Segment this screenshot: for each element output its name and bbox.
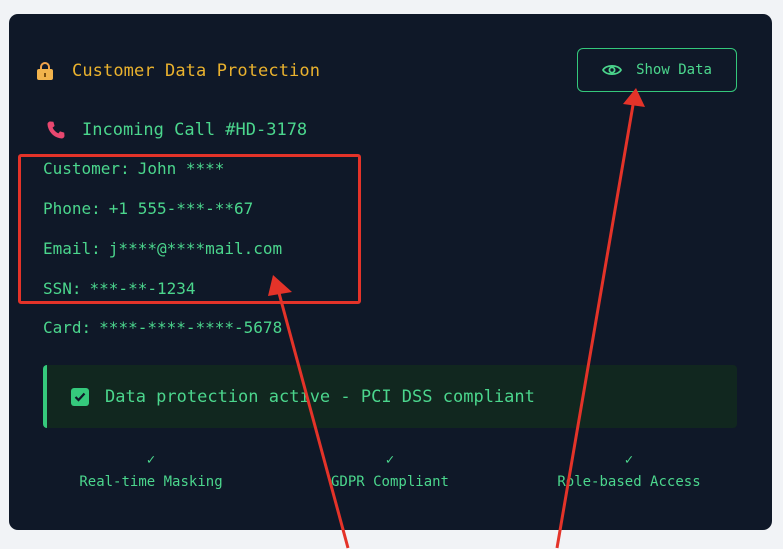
page: Customer Data Protection Show Data Incom… xyxy=(0,0,783,549)
check-icon: ✓ xyxy=(146,452,156,468)
check-icon: ✓ xyxy=(385,452,395,468)
feature-label: GDPR Compliant xyxy=(330,474,449,490)
card-label: Card: xyxy=(43,318,92,337)
card-value: ****-****-****-5678 xyxy=(99,318,283,337)
eye-icon xyxy=(602,64,623,76)
feature-label: Role-based Access xyxy=(557,474,701,490)
card-title: Customer Data Protection xyxy=(72,61,321,81)
card-header: Customer Data Protection xyxy=(37,56,320,86)
annotation-highlight-box xyxy=(18,154,361,304)
card-field: Card: ****-****-****-5678 xyxy=(43,316,282,340)
status-text: Data protection active - PCI DSS complia… xyxy=(105,386,535,407)
lock-icon xyxy=(37,62,53,80)
feature-gdpr-compliant: ✓ GDPR Compliant xyxy=(290,452,490,491)
feature-label: Real-time Masking xyxy=(79,474,223,490)
incoming-call-line: Incoming Call #HD-3178 xyxy=(46,116,307,144)
check-icon: ✓ xyxy=(624,452,634,468)
feature-role-based-access: ✓ Role-based Access xyxy=(529,452,729,491)
show-data-button[interactable]: Show Data xyxy=(577,48,737,92)
status-banner: Data protection active - PCI DSS complia… xyxy=(43,365,737,428)
show-data-label: Show Data xyxy=(636,62,712,78)
feature-real-time-masking: ✓ Real-time Masking xyxy=(51,452,251,491)
checkbox-checked-icon xyxy=(71,387,89,406)
incoming-call-text: Incoming Call #HD-3178 xyxy=(82,120,308,140)
phone-icon xyxy=(47,121,65,139)
